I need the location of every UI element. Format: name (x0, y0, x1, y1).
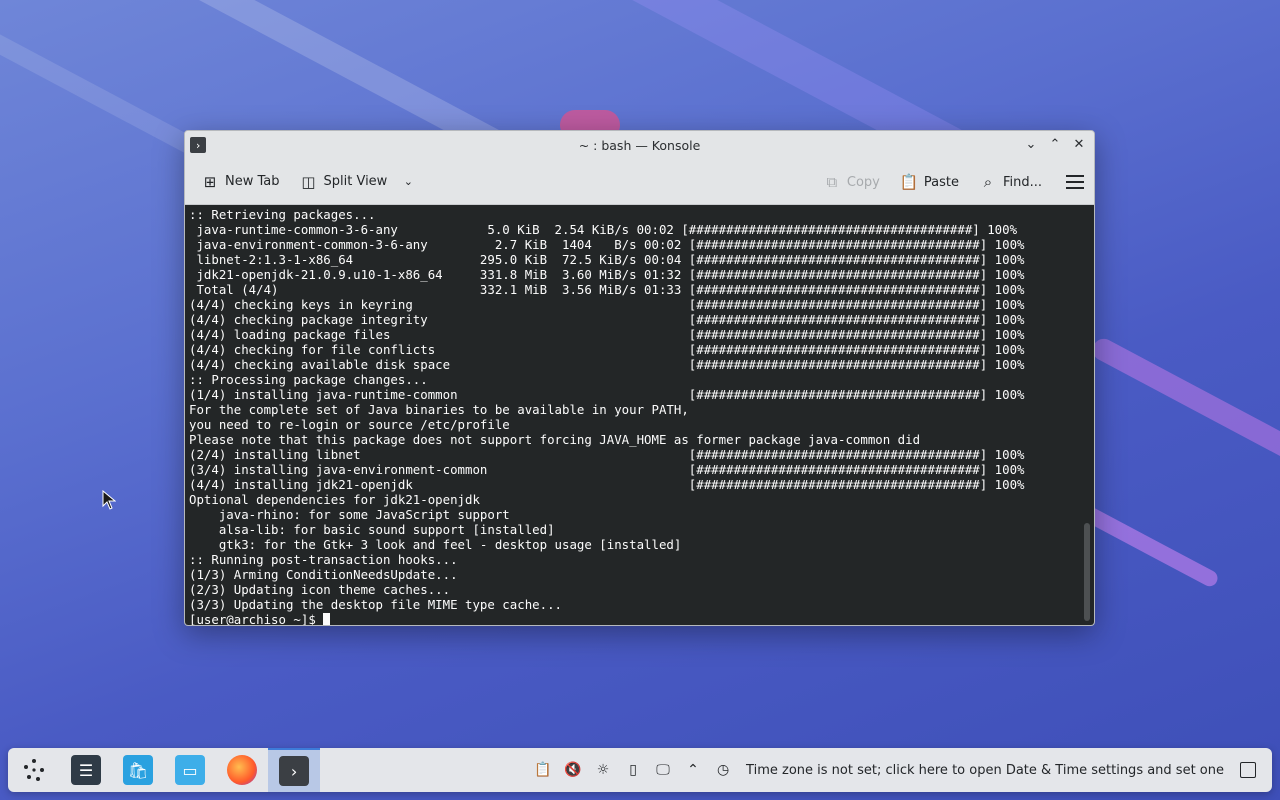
terminal-line: you need to re-login or source /etc/prof… (189, 417, 510, 432)
terminal-line: (3/3) Updating the desktop file MIME typ… (189, 597, 562, 612)
app-launcher-icon (24, 759, 44, 781)
window-title: ~ : bash — Konsole (578, 137, 701, 153)
terminal-prompt-line[interactable]: [user@archiso ~]$ (189, 612, 1094, 626)
new-tab-icon: ⊞ (203, 172, 217, 191)
terminal-line: (4/4) checking available disk space [###… (189, 357, 1025, 372)
usb-device-icon[interactable]: ▯ (618, 748, 648, 792)
system-settings-icon: ☰ (71, 755, 101, 785)
new-tab-button[interactable]: ⊞ New Tab (195, 169, 286, 195)
terminal-line: Please note that this package does not s… (189, 432, 921, 447)
system-tray: 📋 🔇 ☼ ▯ 🖵 ⌃ ◷ Time zone is not set; clic… (528, 748, 1272, 792)
display-icon[interactable]: 🖵 (648, 748, 678, 792)
maximize-icon[interactable]: ⌃ (1046, 135, 1064, 153)
app-launcher-button[interactable] (8, 748, 60, 792)
mouse-pointer-icon (102, 490, 116, 510)
terminal-line: (4/4) checking keys in keyring [########… (189, 297, 1025, 312)
clock-alert-icon[interactable]: ◷ (708, 748, 738, 792)
terminal-line: libnet-2:1.3-1-x86_64 295.0 KiB 72.5 KiB… (189, 252, 1025, 267)
terminal-line: (1/4) installing java-runtime-common [##… (189, 387, 1025, 402)
paste-icon: 📋 (899, 173, 919, 191)
terminal-line: For the complete set of Java binaries to… (189, 402, 689, 417)
terminal-line: Total (4/4) 332.1 MiB 3.56 MiB/s 01:33 [… (189, 282, 1025, 297)
konsole-icon: › (279, 756, 309, 786)
terminal-icon[interactable]: › (190, 137, 206, 153)
copy-button[interactable]: ⧉ Copy (817, 169, 886, 195)
terminal-line: (3/4) installing java-environment-common… (189, 462, 1025, 477)
terminal-line: alsa-lib: for basic sound support [insta… (189, 522, 555, 537)
taskbar: ☰ 🛍 ▭ › 📋 🔇 ☼ ▯ 🖵 ⌃ ◷ Time zone is not s… (8, 748, 1272, 792)
terminal-line: (1/3) Arming ConditionNeedsUpdate... (189, 567, 458, 582)
hamburger-menu-icon[interactable] (1066, 175, 1084, 189)
terminal-line: (2/3) Updating icon theme caches... (189, 582, 451, 597)
expand-tray-icon[interactable]: ⌃ (678, 748, 708, 792)
firefox-icon (227, 755, 257, 785)
show-desktop-icon[interactable] (1240, 762, 1256, 778)
paste-button[interactable]: 📋 Paste (894, 169, 965, 195)
text-cursor (323, 613, 331, 625)
terminal-line: (4/4) installing jdk21-openjdk [########… (189, 477, 1025, 492)
konsole-toolbar: ⊞ New Tab ◫ Split View ⌄ ⧉ Copy 📋 Paste … (185, 159, 1094, 205)
terminal-scrollbar[interactable] (1084, 523, 1090, 621)
terminal-line: (4/4) loading package files [###########… (189, 327, 1025, 342)
timezone-notice[interactable]: Time zone is not set; click here to open… (746, 763, 1224, 778)
terminal-line: Optional dependencies for jdk21-openjdk (189, 492, 480, 507)
terminal-line: :: Running post-transaction hooks... (189, 552, 458, 567)
terminal-prompt: [user@archiso ~]$ (189, 612, 324, 626)
terminal-line: gtk3: for the Gtk+ 3 look and feel - des… (189, 537, 682, 552)
konsole-window: › ~ : bash — Konsole ⌄ ⌃ ✕ ⊞ New Tab ◫ S… (184, 130, 1095, 626)
discover-store-icon: 🛍 (123, 755, 153, 785)
konsole-task-button[interactable]: › (268, 748, 320, 792)
terminal-line: (4/4) checking for file conflicts [#####… (189, 342, 1025, 357)
terminal-line: jdk21-openjdk-21.0.9.u10-1-x86_64 331.8 … (189, 267, 1025, 282)
clipboard-icon[interactable]: 📋 (528, 748, 558, 792)
brightness-icon[interactable]: ☼ (588, 748, 618, 792)
close-icon[interactable]: ✕ (1070, 135, 1088, 153)
terminal-line: java-runtime-common-3-6-any 5.0 KiB 2.54… (189, 222, 1018, 237)
window-titlebar[interactable]: › ~ : bash — Konsole ⌄ ⌃ ✕ (185, 131, 1094, 159)
system-settings-button[interactable]: ☰ (60, 748, 112, 792)
split-view-icon: ◫ (301, 172, 316, 191)
search-icon: ⌕ (983, 173, 993, 191)
terminal-line: java-environment-common-3-6-any 2.7 KiB … (189, 237, 1025, 252)
split-view-button[interactable]: ◫ Split View ⌄ (294, 169, 424, 195)
terminal-output[interactable]: :: Retrieving packages... java-runtime-c… (185, 205, 1094, 626)
firefox-button[interactable] (216, 748, 268, 792)
terminal-line: (2/4) installing libnet [###############… (189, 447, 1025, 462)
terminal-line: :: Retrieving packages... (189, 207, 376, 222)
volume-muted-icon[interactable]: 🔇 (558, 748, 588, 792)
find-button[interactable]: ⌕ Find... (973, 169, 1048, 195)
terminal-line: java-rhino: for some JavaScript support (189, 507, 510, 522)
terminal-line: :: Processing package changes... (189, 372, 428, 387)
copy-icon: ⧉ (826, 173, 838, 191)
discover-store-button[interactable]: 🛍 (112, 748, 164, 792)
terminal-line: (4/4) checking package integrity [######… (189, 312, 1025, 327)
file-manager-icon: ▭ (175, 755, 205, 785)
file-manager-button[interactable]: ▭ (164, 748, 216, 792)
chevron-down-icon[interactable]: ⌄ (399, 175, 417, 188)
minimize-icon[interactable]: ⌄ (1022, 135, 1040, 153)
